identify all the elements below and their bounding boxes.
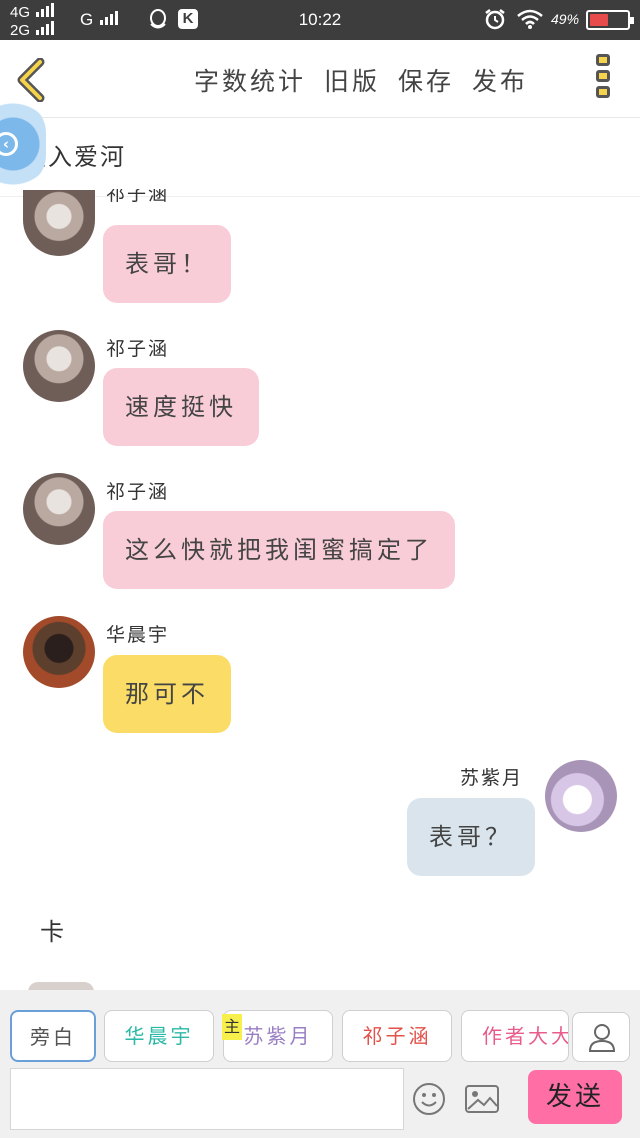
main-character-badge: 主 bbox=[222, 1014, 242, 1040]
character-chip-qi-zihan[interactable]: 祁子涵 bbox=[342, 1010, 452, 1062]
battery-level bbox=[590, 14, 608, 26]
editor-toolbar: 字数统计 旧版 保存 发布 bbox=[0, 40, 640, 118]
old-version-button[interactable]: 旧版 bbox=[324, 67, 380, 96]
battery-cap bbox=[630, 17, 634, 24]
battery-icon bbox=[586, 10, 634, 30]
chevron-left-icon[interactable] bbox=[14, 58, 50, 102]
message-bubble[interactable]: 表哥？ bbox=[407, 798, 535, 876]
wifi-icon bbox=[517, 9, 543, 29]
clock: 10:22 bbox=[298, 10, 342, 29]
avatar[interactable] bbox=[23, 190, 95, 256]
publish-button[interactable]: 发布 bbox=[472, 67, 528, 96]
speaker-name: 祁子涵 bbox=[106, 189, 170, 205]
speaker-name: 苏紫月 bbox=[460, 767, 524, 789]
speaker-name: 祁子涵 bbox=[106, 338, 170, 360]
character-chip-author[interactable]: 作者大大 bbox=[461, 1010, 569, 1062]
send-button[interactable]: 发送 bbox=[528, 1070, 622, 1124]
avatar[interactable] bbox=[545, 760, 617, 832]
message-input[interactable] bbox=[10, 1068, 404, 1130]
speaker-name: 祁子涵 bbox=[106, 481, 170, 503]
message-bubble[interactable]: 这么快就把我闺蜜搞定了 bbox=[103, 511, 455, 589]
narration-text[interactable]: 卡 bbox=[40, 912, 64, 947]
word-count-button[interactable]: 字数统计 bbox=[194, 67, 306, 96]
alarm-clock-icon bbox=[485, 9, 505, 30]
chapter-title-bar: 坠入爱河 bbox=[0, 119, 640, 197]
message-bubble[interactable]: 表哥！ bbox=[103, 225, 231, 303]
person-icon bbox=[588, 1024, 616, 1052]
toolbar-menu: 字数统计 旧版 保存 发布 bbox=[194, 62, 546, 98]
character-manager-button[interactable] bbox=[572, 1012, 630, 1062]
emoji-icon[interactable] bbox=[412, 1082, 446, 1116]
message-bubble[interactable]: 速度挺快 bbox=[103, 368, 259, 446]
character-chip-hua-chenyu[interactable]: 华晨宇 bbox=[104, 1010, 214, 1062]
status-bar: 4G 2G G K 10:22 49% bbox=[0, 0, 640, 40]
kebab-menu-icon[interactable] bbox=[596, 54, 614, 104]
save-button[interactable]: 保存 bbox=[398, 67, 454, 96]
speaker-name: 华晨宇 bbox=[106, 624, 170, 646]
battery-percent: 49% bbox=[551, 11, 580, 27]
character-chip-narration[interactable]: 旁白 bbox=[10, 1010, 96, 1062]
image-icon[interactable] bbox=[464, 1084, 500, 1114]
avatar[interactable] bbox=[23, 616, 95, 688]
avatar[interactable] bbox=[23, 330, 95, 402]
message-bubble[interactable]: 那可不 bbox=[103, 655, 231, 733]
avatar[interactable] bbox=[23, 473, 95, 545]
chevron-left-circle-icon: ‹ bbox=[0, 132, 18, 156]
floating-collapse-button[interactable]: ‹ bbox=[0, 100, 46, 188]
